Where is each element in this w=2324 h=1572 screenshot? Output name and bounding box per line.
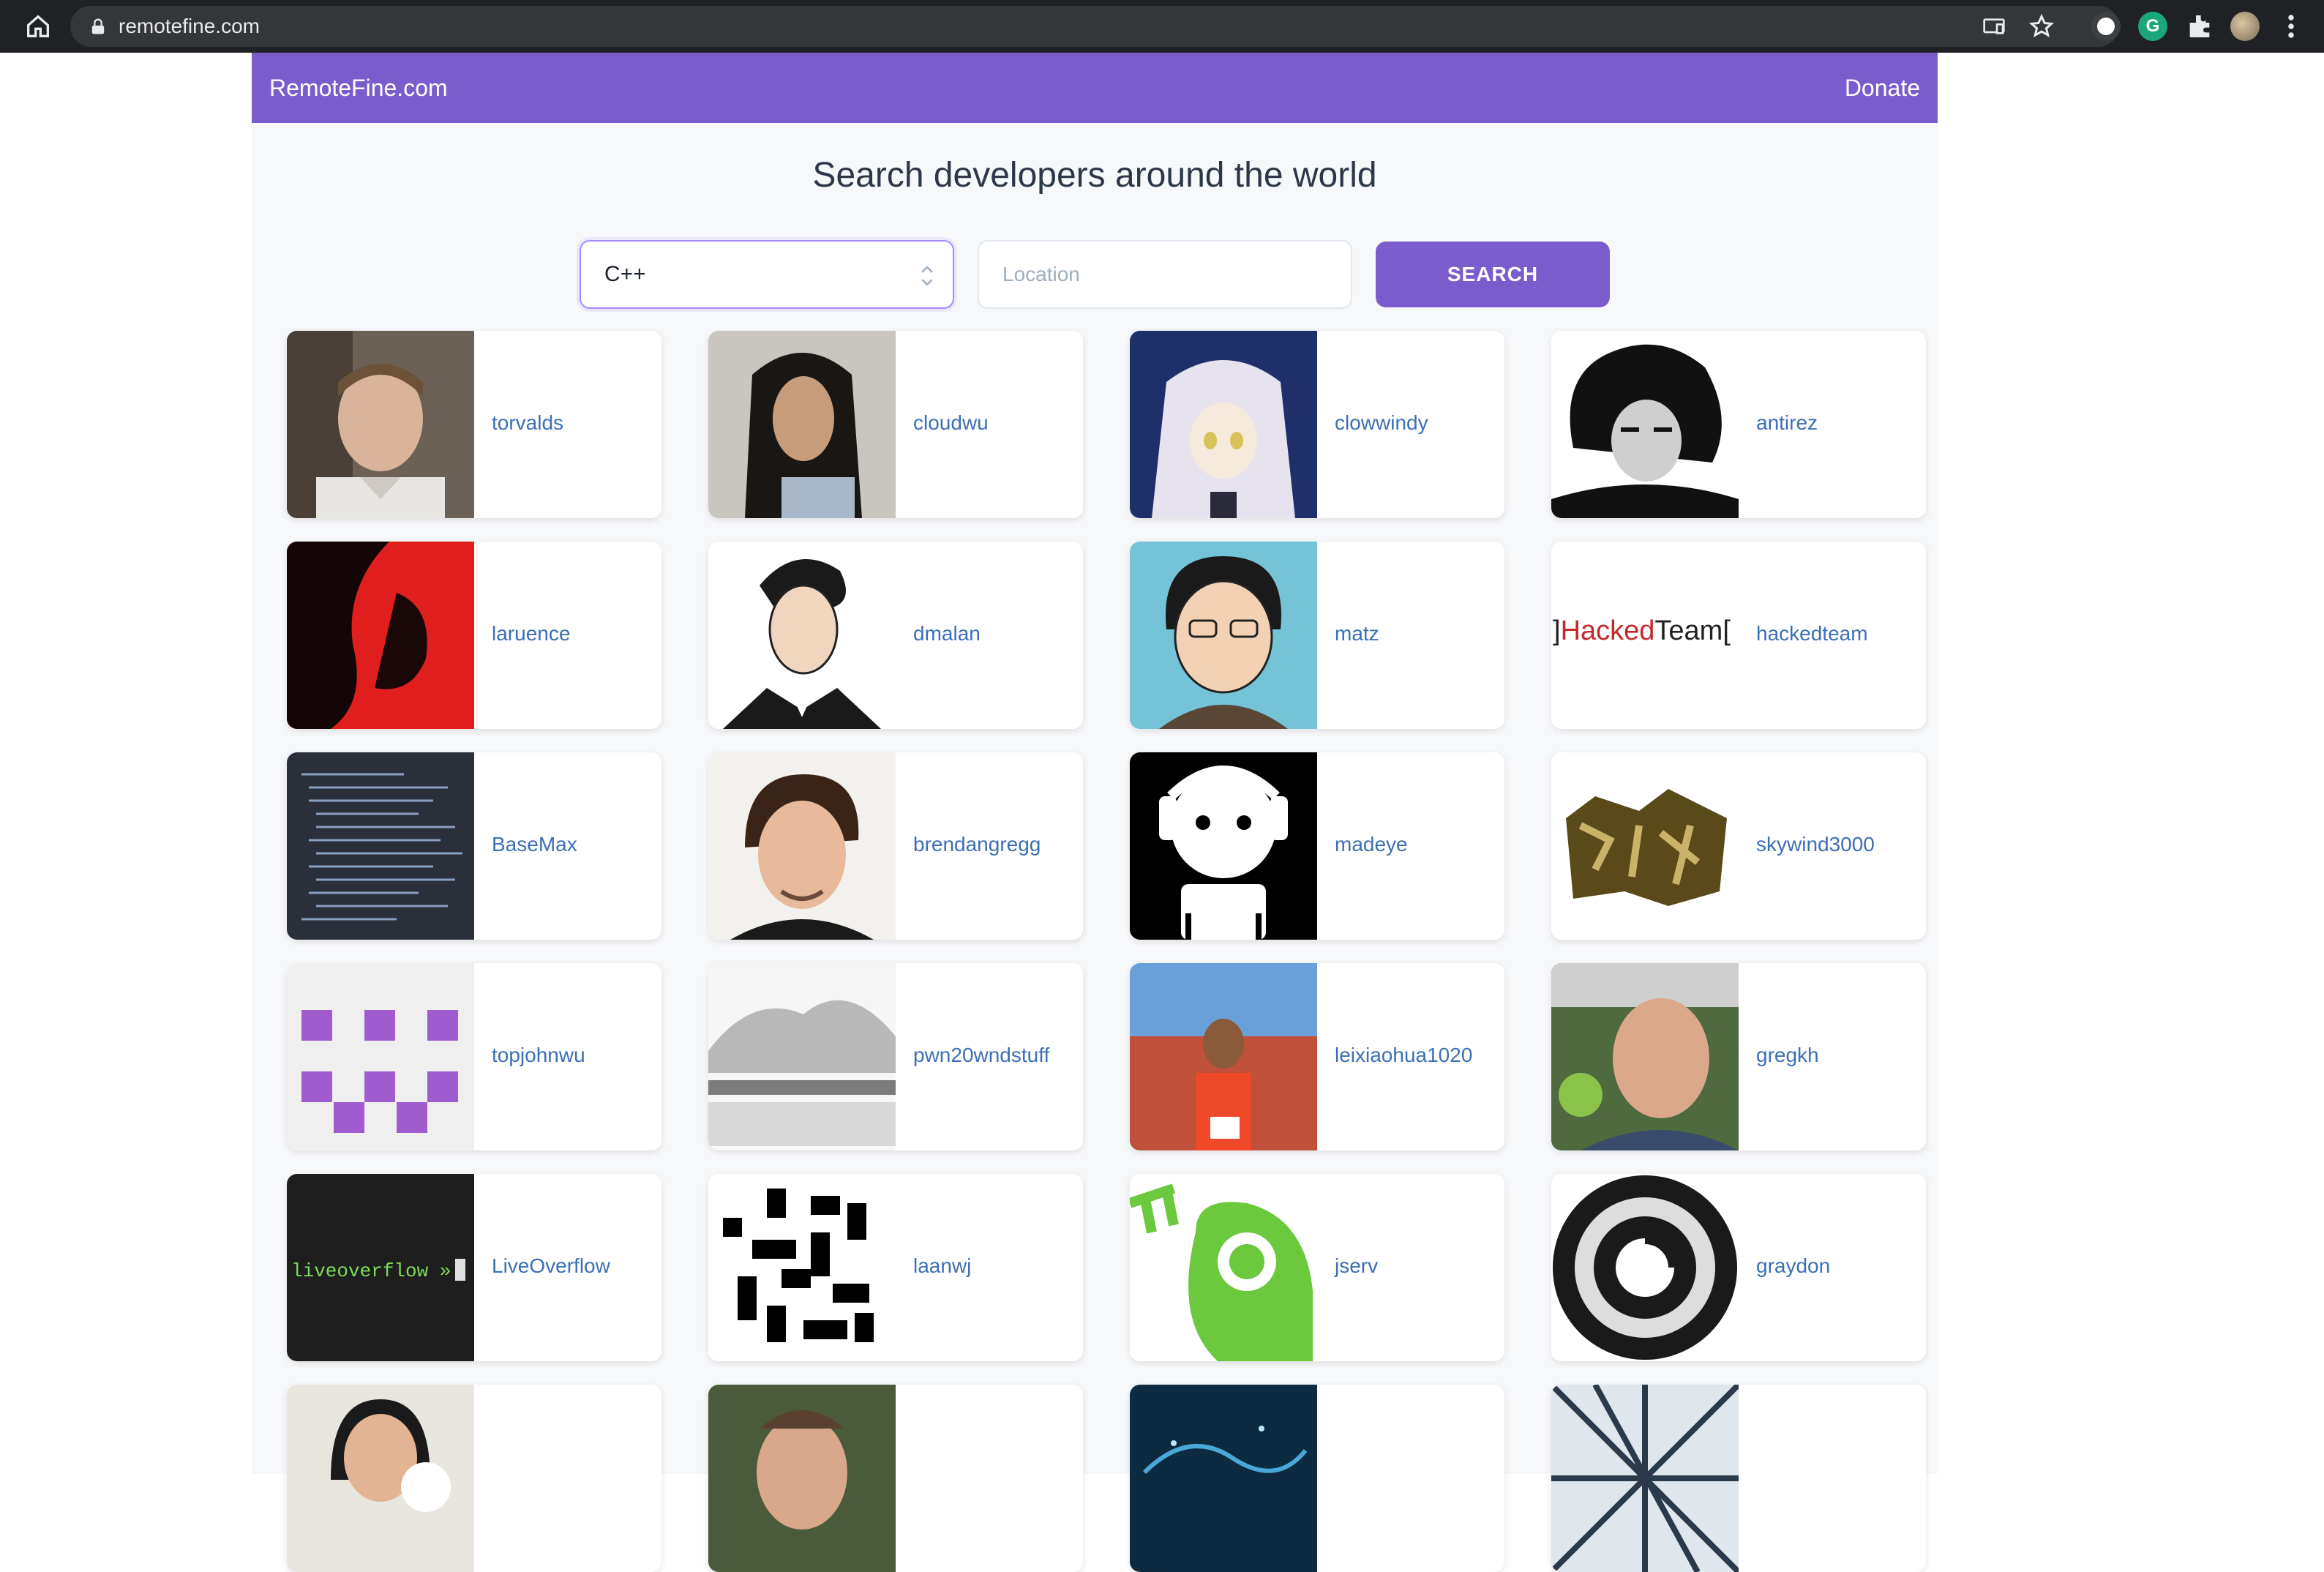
avatar — [708, 331, 896, 518]
developer-name-link[interactable]: matz — [1335, 622, 1379, 645]
developer-card[interactable]: laruence — [287, 542, 661, 729]
avatar — [1130, 1385, 1317, 1572]
avatar — [1551, 331, 1739, 518]
developer-name-link[interactable]: pwn20wndstuff — [913, 1044, 1049, 1067]
developer-card[interactable]: torvalds — [287, 331, 661, 518]
developer-card[interactable]: ]HackedTeam[ hackedteam — [1551, 542, 1926, 729]
developer-card[interactable]: matz — [1130, 542, 1504, 729]
developer-card[interactable]: dmalan — [708, 542, 1083, 729]
developer-card[interactable]: cloudwu — [708, 331, 1083, 518]
developer-card[interactable]: BaseMax — [287, 752, 661, 940]
developer-name-link[interactable]: cloudwu — [913, 411, 989, 435]
profile-avatar[interactable] — [2230, 12, 2260, 41]
avatar — [1130, 331, 1317, 518]
developer-card[interactable]: topjohnwu — [287, 963, 661, 1150]
developer-card[interactable]: brendangregg — [708, 752, 1083, 940]
developer-card[interactable]: leixiaohua1020 — [1130, 963, 1504, 1150]
extension-icon[interactable] — [2091, 12, 2121, 41]
cast-icon[interactable] — [1982, 15, 2006, 38]
developer-name-link[interactable]: hackedteam — [1756, 622, 1868, 645]
developer-card[interactable]: antirez — [1551, 331, 1926, 518]
developer-card[interactable] — [1551, 1385, 1926, 1572]
developer-card[interactable]: laanwj — [708, 1174, 1083, 1361]
avatar — [1130, 542, 1317, 729]
browser-toolbar: remotefine.com G — [0, 0, 2324, 53]
avatar — [1130, 752, 1317, 940]
developer-name-link[interactable]: jserv — [1335, 1254, 1378, 1278]
avatar: liveoverflow » — [287, 1174, 474, 1361]
developer-name-link[interactable]: torvalds — [492, 411, 563, 435]
developer-name-link[interactable]: laanwj — [913, 1254, 971, 1278]
developer-card[interactable]: jserv — [1130, 1174, 1504, 1361]
developer-card[interactable]: madeye — [1130, 752, 1504, 940]
developer-card[interactable]: gregkh — [1551, 963, 1926, 1150]
avatar — [708, 542, 896, 729]
developer-name-link[interactable]: madeye — [1335, 833, 1408, 856]
navbar: RemoteFine.com Donate — [252, 53, 1938, 123]
developer-name-link[interactable]: skywind3000 — [1756, 833, 1875, 856]
avatar — [708, 963, 896, 1150]
avatar — [1130, 963, 1317, 1150]
developer-name-link[interactable]: topjohnwu — [492, 1044, 585, 1067]
developer-name-link[interactable]: brendangregg — [913, 833, 1041, 856]
address-bar[interactable]: remotefine.com — [70, 6, 2119, 47]
developer-name-link[interactable]: graydon — [1756, 1254, 1830, 1278]
page-container: RemoteFine.com Donate Search developers … — [252, 53, 1938, 1572]
language-select-value: C++ — [604, 262, 646, 286]
more-menu-icon[interactable] — [2286, 13, 2296, 40]
avatar — [287, 542, 474, 729]
developer-card[interactable]: clowwindy — [1130, 331, 1504, 518]
location-input[interactable] — [978, 240, 1352, 309]
donate-link[interactable]: Donate — [1845, 75, 1920, 102]
developer-name-link[interactable]: dmalan — [913, 622, 981, 645]
developer-name-link[interactable]: BaseMax — [492, 833, 577, 856]
avatar — [287, 1385, 474, 1572]
select-arrows-icon — [921, 266, 933, 286]
lock-icon — [91, 18, 105, 34]
developer-card[interactable] — [287, 1385, 661, 1572]
language-select[interactable]: C++ — [580, 240, 954, 309]
developer-name-link[interactable]: gregkh — [1756, 1044, 1819, 1067]
avatar — [287, 963, 474, 1150]
developer-card[interactable]: pwn20wndstuff — [708, 963, 1083, 1150]
developer-name-link[interactable]: laruence — [492, 622, 570, 645]
search-button[interactable]: SEARCH — [1376, 242, 1610, 307]
developer-name-link[interactable]: antirez — [1756, 411, 1818, 435]
developer-card[interactable]: skywind3000 — [1551, 752, 1926, 940]
url-text[interactable]: remotefine.com — [119, 15, 260, 38]
avatar — [708, 1385, 896, 1572]
avatar — [1551, 963, 1739, 1150]
avatar — [287, 752, 474, 940]
bookmark-star-icon[interactable] — [2028, 13, 2055, 40]
developer-name-link[interactable]: clowwindy — [1335, 411, 1428, 435]
developer-card[interactable]: graydon — [1551, 1174, 1926, 1361]
avatar: ]HackedTeam[ — [1551, 542, 1739, 729]
svg-text:]HackedTeam[: ]HackedTeam[ — [1553, 615, 1731, 646]
home-icon[interactable] — [23, 12, 53, 41]
svg-text:liveoverflow »: liveoverflow » — [291, 1260, 451, 1282]
avatar — [1551, 752, 1739, 940]
avatar — [287, 331, 474, 518]
brand-link[interactable]: RemoteFine.com — [269, 75, 448, 102]
developer-name-link[interactable]: leixiaohua1020 — [1335, 1044, 1472, 1067]
developer-name-link[interactable]: LiveOverflow — [492, 1254, 610, 1278]
puzzle-extensions-icon[interactable] — [2185, 12, 2214, 41]
developer-card[interactable] — [708, 1385, 1083, 1572]
avatar — [1551, 1385, 1739, 1572]
avatar — [1130, 1174, 1317, 1361]
grammarly-extension-icon[interactable]: G — [2138, 12, 2167, 41]
developer-card[interactable] — [1130, 1385, 1504, 1572]
avatar — [708, 752, 896, 940]
avatar — [708, 1174, 896, 1361]
search-form: C++ SEARCH — [252, 240, 1938, 310]
developer-card[interactable]: liveoverflow » LiveOverflow — [287, 1174, 661, 1361]
avatar — [1551, 1174, 1739, 1361]
page-title: Search developers around the world — [812, 156, 1377, 195]
